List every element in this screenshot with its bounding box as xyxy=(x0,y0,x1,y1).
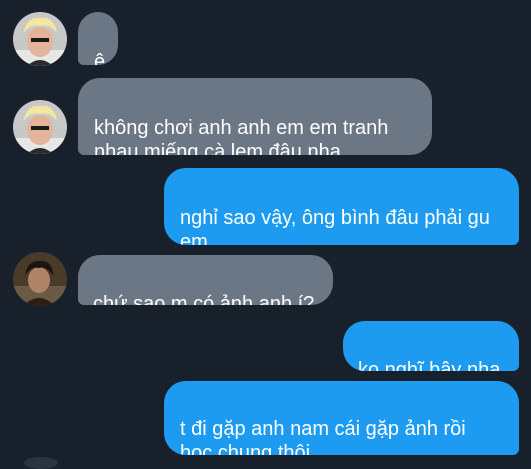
message-bubble-outgoing[interactable]: ko nghĩ bậy nha xyxy=(343,321,519,371)
avatar[interactable] xyxy=(24,457,58,469)
dark-haired-person-photo-icon xyxy=(13,252,67,306)
message-text: không chơi anh anh em em tranh nhau miến… xyxy=(94,117,389,155)
message-text: t đi gặp anh nam cái gặp ảnh rồi học chu… xyxy=(180,418,466,455)
message-text: nghỉ sao vậy, ông bình đâu phải gu em xyxy=(180,207,490,245)
avatar[interactable] xyxy=(13,100,67,154)
avatar[interactable] xyxy=(13,12,67,66)
message-bubble-outgoing[interactable]: t đi gặp anh nam cái gặp ảnh rồi học chu… xyxy=(164,381,519,455)
blond-guy-photo-icon xyxy=(13,100,67,154)
message-bubble-incoming[interactable]: không chơi anh anh em em tranh nhau miến… xyxy=(78,78,432,155)
message-text: chứ sao m có ảnh anh í? xyxy=(93,293,315,305)
message-bubble-incoming[interactable]: ê xyxy=(78,12,118,65)
message-text: ê xyxy=(94,51,106,65)
message-thread: ê không chơi anh anh em em tranh nhau mi… xyxy=(0,0,531,469)
message-bubble-outgoing[interactable]: nghỉ sao vậy, ông bình đâu phải gu em xyxy=(164,168,519,245)
avatar[interactable] xyxy=(13,252,67,306)
message-text: ko nghĩ bậy nha xyxy=(358,359,501,371)
blond-guy-photo-icon xyxy=(13,12,67,66)
message-bubble-incoming[interactable]: chứ sao m có ảnh anh í? xyxy=(78,255,333,305)
